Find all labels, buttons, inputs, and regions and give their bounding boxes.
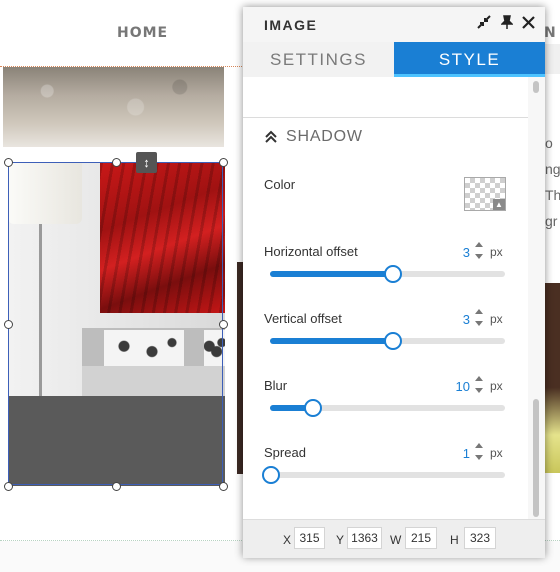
scrollbar-thumb[interactable] [533, 399, 539, 517]
slider-label: Vertical offset [264, 311, 342, 326]
stepper-icon[interactable] [474, 375, 484, 397]
color-label: Color [264, 177, 296, 192]
selection-frame [8, 162, 223, 485]
panel-body: SHADOW Color ▲ Horizontal offset 3 px Ve… [243, 77, 545, 519]
panel-title: IMAGE [264, 17, 318, 33]
spread-control: Spread 1 px [243, 442, 528, 512]
resize-handle-nw[interactable] [4, 158, 13, 167]
slider-track[interactable] [270, 399, 505, 417]
nav-home-link[interactable]: HOME [117, 25, 168, 41]
slider-value-input[interactable]: 3 [430, 312, 470, 327]
vertical-offset-control: Vertical offset 3 px [243, 308, 528, 378]
w-input[interactable]: 215 [405, 527, 437, 549]
slider-label: Horizontal offset [264, 244, 358, 259]
slider-thumb[interactable] [384, 265, 403, 283]
right-column-edge [544, 44, 560, 74]
background-image [544, 283, 560, 473]
w-label: W [390, 533, 402, 547]
unit-label: px [490, 245, 503, 259]
resize-handle-s[interactable] [112, 482, 121, 491]
image-panel: IMAGE SETTINGS STYLE SHADOW Color ▲ Hori… [243, 7, 545, 558]
stepper-icon[interactable] [474, 241, 484, 263]
section-title: SHADOW [286, 128, 363, 145]
color-swatch[interactable]: ▲ [464, 177, 506, 211]
pin-icon[interactable] [498, 13, 516, 35]
scrollbar-thumb-top[interactable] [533, 81, 539, 93]
tab-style[interactable]: STYLE [394, 42, 545, 77]
slider-thumb[interactable] [304, 399, 323, 417]
section-divider [243, 117, 528, 118]
resize-handle-n[interactable] [112, 158, 121, 167]
resize-handle-w[interactable] [4, 320, 13, 329]
unit-label: px [490, 379, 503, 393]
slider-value-input[interactable]: 1 [430, 446, 470, 461]
resize-handle-ne[interactable] [219, 158, 228, 167]
y-input[interactable]: 1363 [347, 527, 382, 549]
resize-handle-e[interactable] [219, 320, 228, 329]
h-label: H [450, 533, 459, 547]
collapse-icon[interactable] [475, 13, 493, 35]
stepper-icon[interactable] [474, 308, 484, 330]
panel-scrollbar[interactable] [528, 77, 545, 519]
unit-label: px [490, 312, 503, 326]
slider-label: Spread [264, 445, 306, 460]
panel-tabs: SETTINGS STYLE [243, 42, 545, 77]
h-input[interactable]: 323 [464, 527, 496, 549]
nav-partial-link[interactable]: N [544, 25, 556, 41]
stepper-icon[interactable] [474, 442, 484, 464]
move-handle-icon[interactable]: ↕ [136, 152, 157, 173]
panel-header[interactable]: IMAGE [243, 7, 545, 42]
chevron-up-icon [265, 130, 277, 143]
close-icon[interactable] [519, 13, 537, 35]
background-text: o ng Th gr [545, 135, 560, 229]
slider-value-input[interactable]: 3 [430, 245, 470, 260]
y-label: Y [336, 533, 345, 547]
blur-control: Blur 10 px [243, 375, 528, 445]
slider-track[interactable] [270, 265, 505, 283]
pillow-image[interactable] [3, 67, 224, 147]
slider-thumb[interactable] [384, 332, 403, 350]
resize-handle-se[interactable] [219, 482, 228, 491]
unit-label: px [490, 446, 503, 460]
slider-thumb[interactable] [262, 466, 280, 484]
resize-handle-sw[interactable] [4, 482, 13, 491]
slider-value-input[interactable]: 10 [430, 379, 470, 394]
dropdown-arrow-icon: ▲ [493, 199, 505, 210]
x-input[interactable]: 315 [294, 527, 325, 549]
slider-track[interactable] [270, 332, 505, 350]
slider-label: Blur [264, 378, 288, 393]
tab-settings[interactable]: SETTINGS [243, 42, 394, 77]
geometry-footer: X 315 Y 1363 W 215 H 323 [243, 519, 545, 558]
x-label: X [283, 533, 292, 547]
horizontal-offset-control: Horizontal offset 3 px [243, 241, 528, 311]
slider-track[interactable] [262, 466, 505, 484]
